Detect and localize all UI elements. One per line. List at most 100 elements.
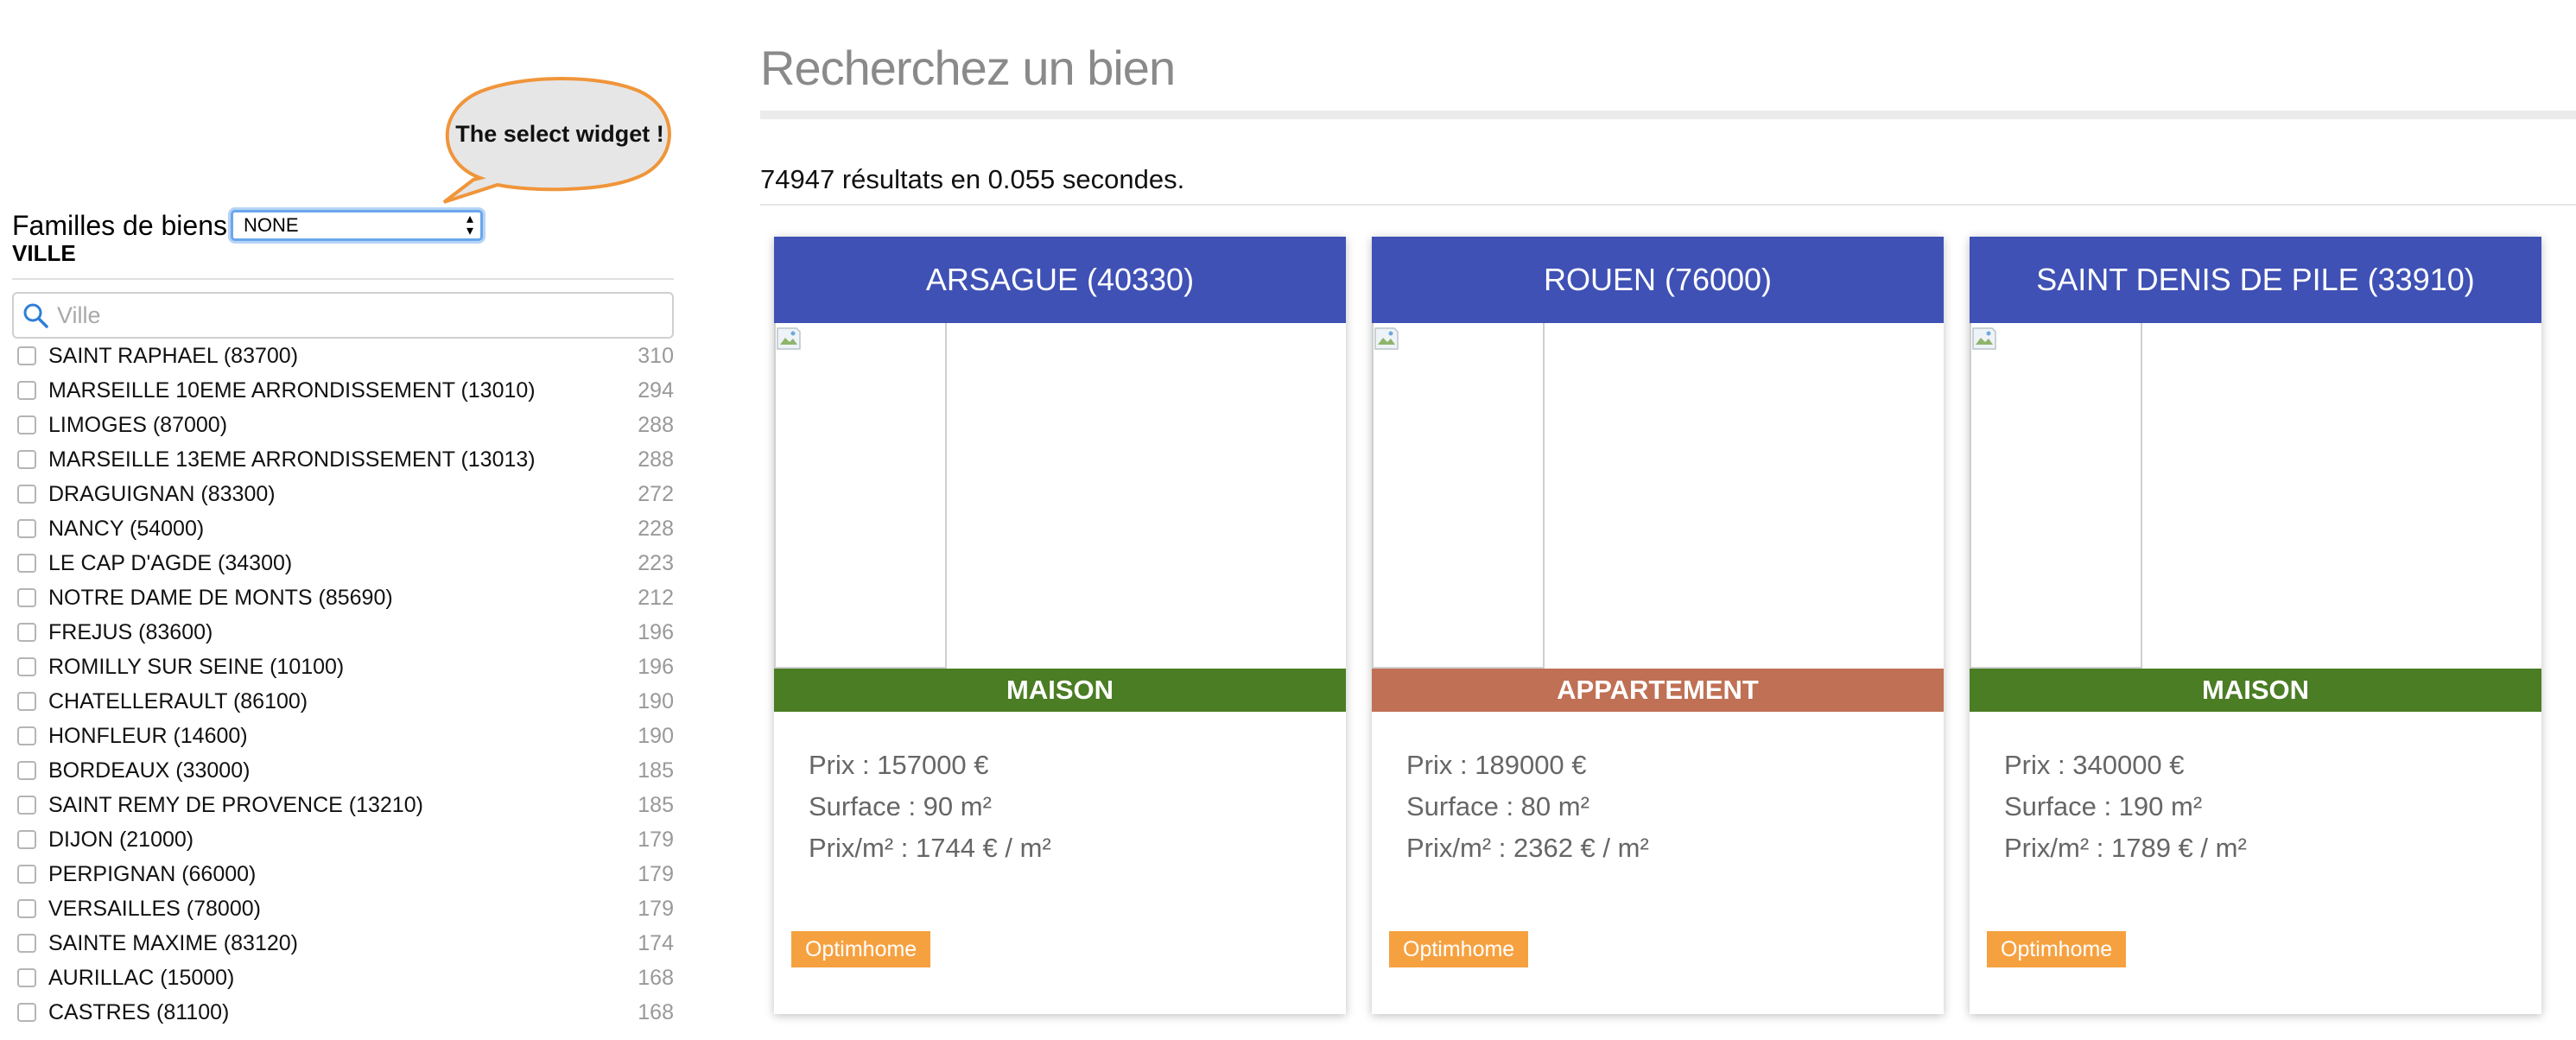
ville-checkbox[interactable]	[17, 865, 36, 884]
ville-name: ROMILLY SUR SEINE (10100)	[48, 654, 345, 679]
ville-name: MARSEILLE 10EME ARRONDISSEMENT (13010)	[48, 377, 536, 403]
ville-count: 179	[638, 896, 674, 921]
ville-checkbox[interactable]	[17, 588, 36, 607]
card-city[interactable]: SAINT DENIS DE PILE (33910)	[1970, 237, 2541, 323]
ville-list-item[interactable]: BORDEAUX (33000) 185	[17, 753, 674, 788]
property-card[interactable]: SAINT DENIS DE PILE (33910) MAISON Prix : …	[1970, 237, 2541, 1014]
ville-list-item[interactable]: LIMOGES (87000) 288	[17, 408, 674, 442]
broken-image-icon	[1374, 327, 1399, 350]
familles-select[interactable]: NONE ▴ ▾	[231, 210, 483, 241]
ville-name: MARSEILLE 13EME ARRONDISSEMENT (13013)	[48, 447, 536, 472]
property-card[interactable]: ROUEN (76000) APPARTEMENT Prix : 189000 € S…	[1372, 237, 1944, 1014]
ville-checkbox[interactable]	[17, 1003, 36, 1022]
card-price: Prix : 157000 €	[809, 750, 989, 780]
ville-checkbox[interactable]	[17, 381, 36, 400]
ville-name: NOTRE DAME DE MONTS (85690)	[48, 585, 393, 610]
ville-name: DIJON (21000)	[48, 827, 194, 852]
card-property-type: MAISON	[1970, 669, 2541, 712]
ville-name: VERSAILLES (78000)	[48, 896, 261, 921]
ville-count: 190	[638, 723, 674, 748]
property-photo[interactable]	[1970, 323, 2142, 669]
card-details: Prix : 340000 € Surface : 190 m² Prix/m² :…	[1970, 712, 2541, 869]
ville-checkbox[interactable]	[17, 692, 36, 711]
results-divider	[760, 204, 2576, 206]
ville-list-item[interactable]: FREJUS (83600) 196	[17, 615, 674, 650]
ville-count: 168	[638, 965, 674, 990]
card-city[interactable]: ROUEN (76000)	[1372, 237, 1944, 323]
card-surface: Surface : 80 m²	[1406, 791, 1589, 821]
ville-list-item[interactable]: DRAGUIGNAN (83300) 272	[17, 477, 674, 511]
select-arrows-icon: ▴ ▾	[466, 212, 473, 238]
ville-list-item[interactable]: LE CAP D'AGDE (34300) 223	[17, 546, 674, 580]
ville-list-item[interactable]: NOTRE DAME DE MONTS (85690) 212	[17, 580, 674, 615]
ville-list-item[interactable]: ROMILLY SUR SEINE (10100) 196	[17, 650, 674, 684]
ville-name: SAINTE MAXIME (83120)	[48, 930, 298, 955]
ville-count: 196	[638, 619, 674, 644]
ville-checkbox[interactable]	[17, 968, 36, 987]
familles-filter: Familles de biens NONE ▴ ▾	[12, 204, 483, 247]
ville-name: SAINT RAPHAEL (83700)	[48, 343, 299, 368]
ville-count: 196	[638, 654, 674, 679]
ville-search-input[interactable]	[57, 301, 627, 329]
ville-checkbox[interactable]	[17, 519, 36, 538]
ville-count: 288	[638, 412, 674, 437]
source-badge[interactable]: Optimhome	[1987, 931, 2127, 967]
ville-checkbox[interactable]	[17, 657, 36, 676]
ville-count: 223	[638, 550, 674, 575]
ville-checkbox[interactable]	[17, 346, 36, 365]
ville-checkbox[interactable]	[17, 761, 36, 780]
ville-list-item[interactable]: CASTRES (81100) 168	[17, 995, 674, 1030]
ville-list-item[interactable]: DIJON (21000) 179	[17, 822, 674, 857]
ville-list-item[interactable]: SAINT REMY DE PROVENCE (13210) 185	[17, 788, 674, 822]
ville-name: LIMOGES (87000)	[48, 412, 228, 437]
ville-checkbox[interactable]	[17, 899, 36, 918]
ville-list-item[interactable]: SAINT RAPHAEL (83700) 310	[17, 339, 674, 373]
ville-heading: VILLE	[12, 240, 76, 266]
ville-divider	[12, 278, 674, 280]
ville-name: NANCY (54000)	[48, 516, 205, 541]
card-image[interactable]	[1372, 323, 1944, 669]
ville-checkbox[interactable]	[17, 934, 36, 953]
broken-image-icon	[1972, 327, 1996, 350]
card-surface: Surface : 190 m²	[2004, 791, 2203, 821]
familles-selected-value: NONE	[244, 214, 299, 236]
card-image[interactable]	[1970, 323, 2541, 669]
card-details: Prix : 189000 € Surface : 80 m² Prix/m² : …	[1372, 712, 1944, 869]
ville-checkbox[interactable]	[17, 726, 36, 745]
property-photo[interactable]	[1372, 323, 1545, 669]
ville-list-item[interactable]: MARSEILLE 10EME ARRONDISSEMENT (13010) 29…	[17, 373, 674, 408]
ville-count: 179	[638, 861, 674, 886]
card-surface: Surface : 90 m²	[809, 791, 992, 821]
page-title: Recherchez un bien	[760, 41, 1176, 95]
ville-list-item[interactable]: AURILLAC (15000) 168	[17, 961, 674, 995]
ville-list-item[interactable]: PERPIGNAN (66000) 179	[17, 857, 674, 891]
ville-checkbox[interactable]	[17, 415, 36, 434]
ville-checkbox[interactable]	[17, 830, 36, 849]
ville-checkbox[interactable]	[17, 796, 36, 815]
card-details: Prix : 157000 € Surface : 90 m² Prix/m² : …	[774, 712, 1346, 869]
property-card[interactable]: ARSAGUE (40330) MAISON Prix : 157000 € Surf…	[774, 237, 1346, 1014]
ville-list-item[interactable]: SAINTE MAXIME (83120) 174	[17, 926, 674, 961]
card-property-type: MAISON	[774, 669, 1346, 712]
ville-list-item[interactable]: NANCY (54000) 228	[17, 511, 674, 546]
ville-checkbox[interactable]	[17, 623, 36, 642]
ville-list-item[interactable]: VERSAILLES (78000) 179	[17, 891, 674, 926]
ville-list-item[interactable]: MARSEILLE 13EME ARRONDISSEMENT (13013) 28…	[17, 442, 674, 477]
ville-name: LE CAP D'AGDE (34300)	[48, 550, 293, 575]
ville-count: 190	[638, 688, 674, 713]
source-badge[interactable]: Optimhome	[791, 931, 931, 967]
ville-count: 179	[638, 827, 674, 852]
ville-count: 310	[638, 343, 674, 368]
ville-search-box[interactable]	[12, 292, 674, 339]
ville-checkbox[interactable]	[17, 450, 36, 469]
ville-checkbox[interactable]	[17, 485, 36, 504]
ville-list-item[interactable]: HONFLEUR (14600) 190	[17, 719, 674, 753]
ville-checkbox[interactable]	[17, 554, 36, 573]
card-image[interactable]	[774, 323, 1346, 669]
ville-count: 272	[638, 481, 674, 506]
ville-list-item[interactable]: CHATELLERAULT (86100) 190	[17, 684, 674, 719]
card-city[interactable]: ARSAGUE (40330)	[774, 237, 1346, 323]
property-photo[interactable]	[774, 323, 947, 669]
ville-count: 212	[638, 585, 674, 610]
source-badge[interactable]: Optimhome	[1389, 931, 1529, 967]
